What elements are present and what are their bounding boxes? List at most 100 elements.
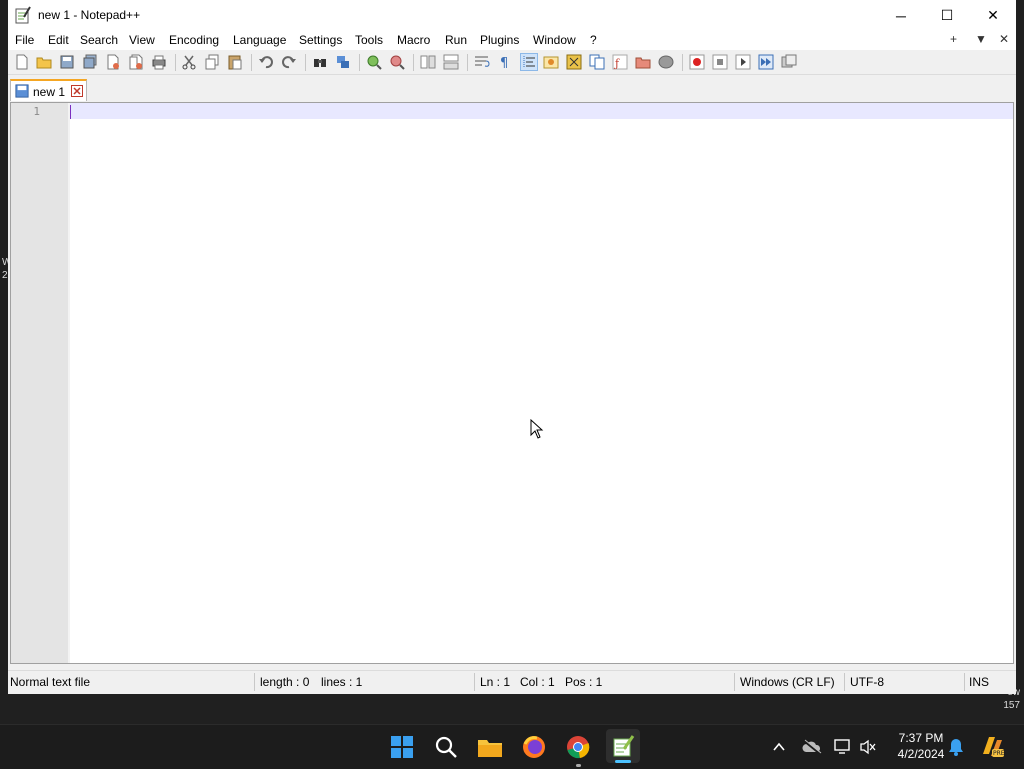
tab-list-icon[interactable]: ▼	[975, 32, 987, 46]
open-file-icon[interactable]	[36, 54, 52, 70]
chevron-up-icon[interactable]	[767, 733, 791, 761]
word-wrap-icon[interactable]	[474, 54, 490, 70]
notepadpp-icon[interactable]	[606, 729, 640, 763]
status-bar: Normal text file length : 0 lines : 1 Ln…	[8, 670, 1016, 694]
menu-plugins[interactable]: Plugins	[480, 33, 519, 47]
copilot-icon[interactable]: PRE	[977, 733, 1007, 761]
new-file-icon[interactable]	[14, 54, 30, 70]
menu-view[interactable]: View	[129, 33, 155, 47]
close-icon: ✕	[987, 7, 999, 23]
status-file-type: Normal text file	[10, 675, 91, 689]
menu-edit[interactable]: Edit	[48, 33, 69, 47]
volume-muted-icon[interactable]	[855, 733, 881, 761]
zoom-in-icon[interactable]	[366, 54, 382, 70]
network-icon[interactable]	[830, 733, 856, 761]
minimize-button[interactable]: ─	[878, 0, 924, 31]
menu-settings[interactable]: Settings	[299, 33, 342, 47]
status-separator	[734, 673, 735, 691]
tab-label: new 1	[33, 85, 66, 99]
close-tab-icon[interactable]	[71, 85, 83, 97]
notepadpp-app-icon	[15, 6, 31, 24]
save-icon[interactable]	[59, 54, 75, 70]
toolbar: ¶ ƒ	[8, 50, 1016, 75]
menu-file[interactable]: File	[15, 33, 34, 47]
document-list-icon[interactable]	[589, 54, 605, 70]
windows-start-icon[interactable]	[388, 733, 416, 761]
close-all-icon[interactable]	[128, 54, 144, 70]
desktop-right-line-2: 157	[1003, 700, 1020, 711]
add-tab-icon[interactable]: +	[950, 32, 957, 46]
status-insert-mode[interactable]: INS	[969, 675, 989, 689]
close-button[interactable]: ✕	[970, 0, 1016, 31]
sync-horizontal-scroll-icon[interactable]	[443, 54, 459, 70]
run-macro-multiple-icon[interactable]	[758, 54, 774, 70]
maximize-icon: ☐	[940, 7, 954, 23]
menu-language[interactable]: Language	[233, 33, 286, 47]
tab-bar: new 1	[8, 77, 1016, 101]
sync-vertical-scroll-icon[interactable]	[420, 54, 436, 70]
onedrive-icon[interactable]	[799, 733, 825, 761]
zoom-out-icon[interactable]	[389, 54, 405, 70]
undo-icon[interactable]	[258, 54, 274, 70]
chrome-icon[interactable]	[564, 733, 592, 767]
stop-macro-icon[interactable]	[712, 54, 728, 70]
menu-encoding[interactable]: Encoding	[169, 33, 219, 47]
fold-margin[interactable]	[68, 103, 70, 663]
cut-icon[interactable]	[181, 54, 197, 70]
replace-icon[interactable]	[335, 54, 351, 70]
firefox-icon[interactable]	[520, 733, 548, 761]
print-icon[interactable]	[151, 54, 167, 70]
menu-run[interactable]: Run	[445, 33, 467, 47]
status-length: length : 0	[260, 675, 310, 689]
menu-macro[interactable]: Macro	[397, 33, 430, 47]
line-number: 1	[33, 105, 40, 118]
status-separator	[964, 673, 965, 691]
line-number-gutter: 1	[11, 103, 68, 663]
status-separator	[844, 673, 845, 691]
maximize-button[interactable]: ☐	[924, 0, 970, 31]
menu-help[interactable]: ?	[590, 33, 597, 47]
toolbar-separator	[682, 54, 683, 71]
menu-tools[interactable]: Tools	[355, 33, 383, 47]
record-macro-icon[interactable]	[689, 54, 705, 70]
menu-window[interactable]: Window	[533, 33, 576, 47]
status-line: Ln : 1	[480, 675, 511, 689]
status-column: Col : 1	[520, 675, 555, 689]
status-eol[interactable]: Windows (CR LF)	[740, 675, 835, 689]
status-encoding[interactable]: UTF-8	[850, 675, 884, 689]
indent-guide-icon[interactable]	[520, 53, 538, 71]
close-doc-icon[interactable]: ✕	[999, 32, 1009, 46]
user-defined-language-icon[interactable]	[543, 54, 559, 70]
file-explorer-icon[interactable]	[476, 733, 504, 761]
show-all-characters-icon[interactable]: ¶	[497, 54, 513, 70]
toolbar-separator	[251, 54, 252, 71]
document-map-icon[interactable]	[566, 54, 582, 70]
paste-icon[interactable]	[227, 54, 243, 70]
mouse-pointer-icon	[530, 419, 544, 439]
play-macro-icon[interactable]	[735, 54, 751, 70]
tab-new-1[interactable]: new 1	[10, 79, 87, 101]
redo-icon[interactable]	[281, 54, 297, 70]
menu-search[interactable]: Search	[80, 33, 118, 47]
monitoring-icon[interactable]	[658, 54, 674, 70]
text-caret	[70, 105, 71, 119]
save-all-icon[interactable]	[82, 54, 98, 70]
svg-text:PRE: PRE	[993, 750, 1005, 757]
folder-as-workspace-icon[interactable]	[635, 54, 651, 70]
find-icon[interactable]	[312, 54, 328, 70]
toolbar-separator	[467, 54, 468, 71]
function-list-icon[interactable]: ƒ	[612, 54, 628, 70]
title-bar[interactable]: new 1 - Notepad++ ─ ☐ ✕	[8, 0, 1016, 31]
search-icon[interactable]	[432, 733, 460, 761]
minimize-icon: ─	[896, 7, 906, 24]
copy-icon[interactable]	[204, 54, 220, 70]
editor-area[interactable]: 1	[10, 102, 1014, 664]
close-file-icon[interactable]	[105, 54, 121, 70]
status-position: Pos : 1	[565, 675, 603, 689]
notification-bell-icon[interactable]	[944, 733, 968, 761]
taskbar: 7:37 PM 4/2/2024 PRE	[0, 724, 1024, 769]
status-separator	[254, 673, 255, 691]
toolbar-separator	[359, 54, 360, 71]
svg-text:ƒ: ƒ	[613, 57, 620, 70]
save-macro-icon[interactable]	[781, 54, 797, 70]
